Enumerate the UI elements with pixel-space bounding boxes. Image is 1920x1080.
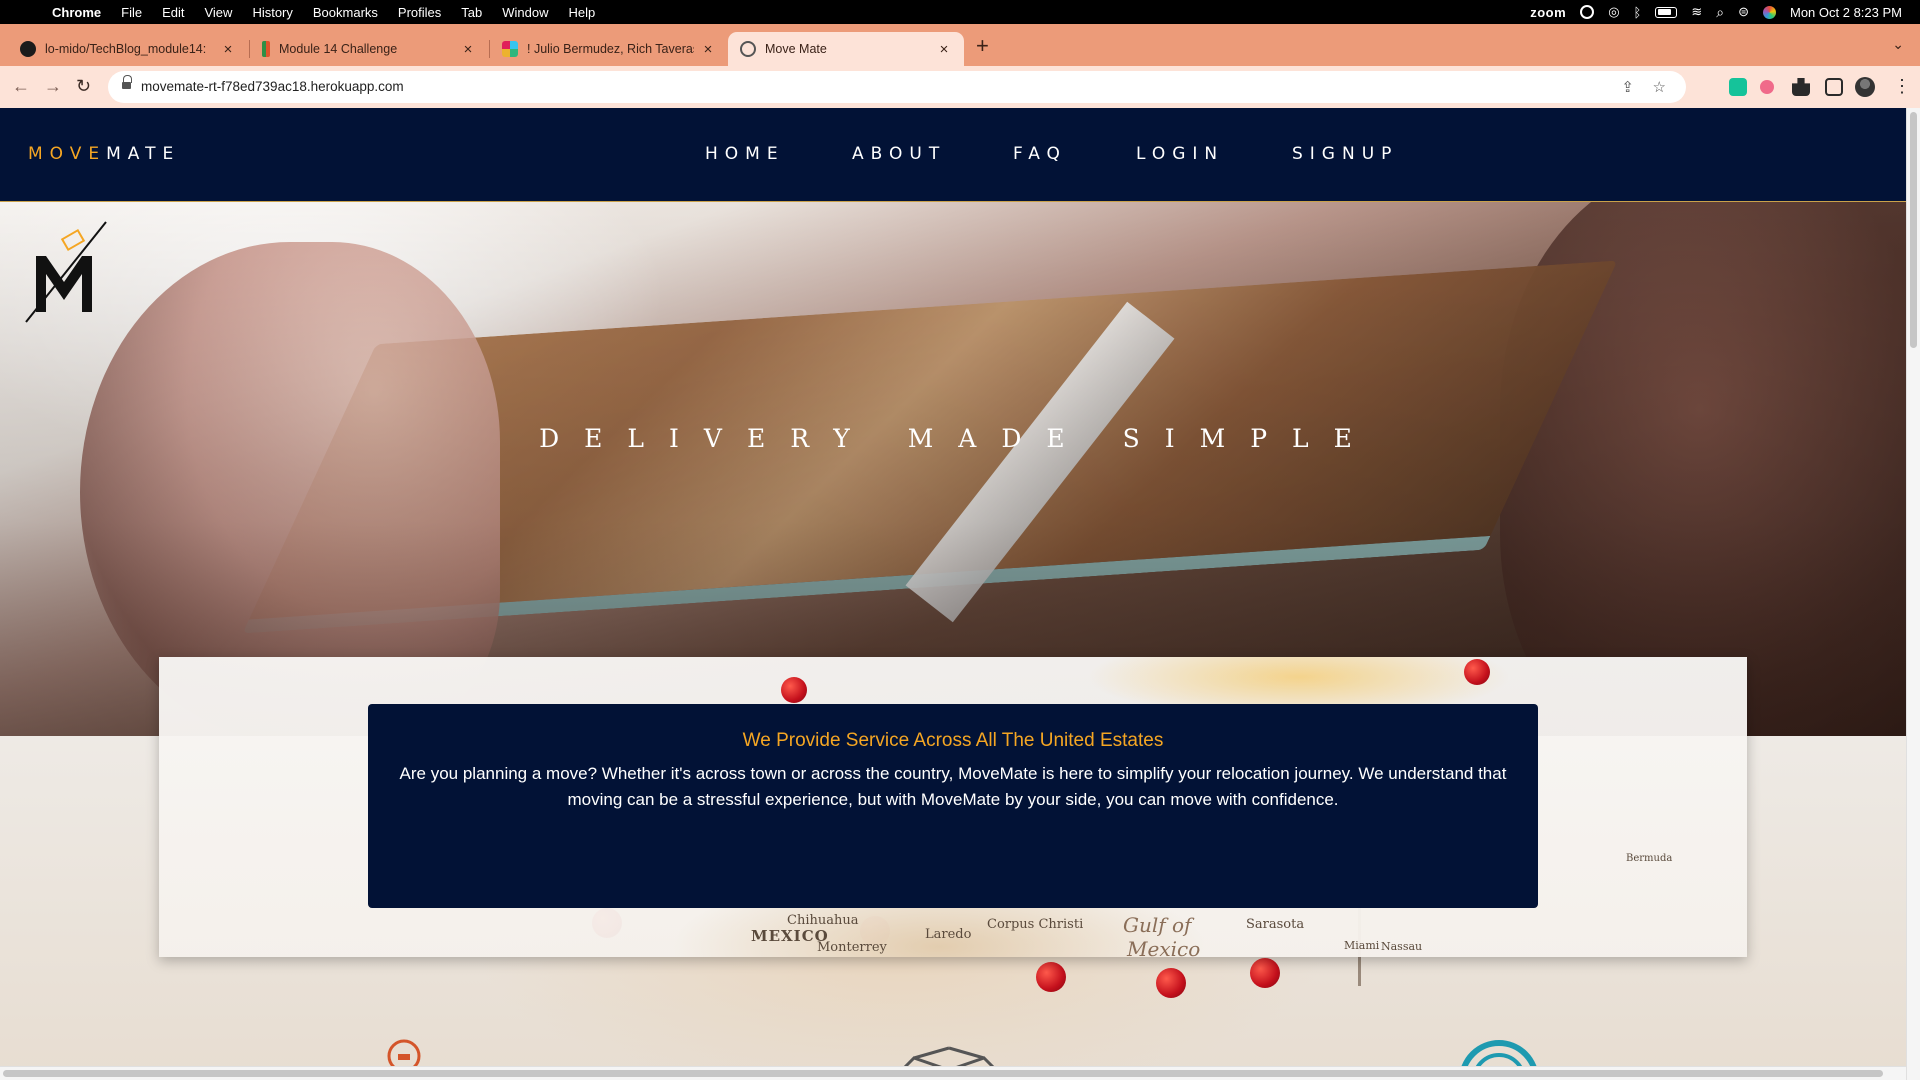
bookmark-star-icon[interactable]: ☆	[1653, 78, 1666, 96]
map-label: Chihuahua	[787, 913, 859, 928]
url-text[interactable]: movemate-rt-f78ed739ac18.herokuapp.com	[141, 79, 404, 94]
github-icon	[20, 41, 36, 57]
grammarly-icon[interactable]	[1580, 5, 1595, 19]
brand-mate: MATE	[106, 144, 181, 164]
horizontal-scrollbar[interactable]	[0, 1066, 1906, 1080]
browser-toolbar: ← → ↻ movemate-rt-f78ed739ac18.herokuapp…	[0, 66, 1920, 108]
slack-icon	[502, 41, 518, 57]
more-menu-icon[interactable]: ⋮	[1893, 76, 1911, 97]
menu-bookmarks[interactable]: Bookmarks	[313, 5, 378, 20]
side-panel-icon[interactable]	[1825, 78, 1843, 96]
tab-module-14[interactable]: Module 14 Challenge ×	[250, 32, 488, 66]
tab-move-mate[interactable]: Move Mate ×	[728, 32, 964, 66]
tab-title: lo-mido/TechBlog_module14:	[45, 42, 207, 56]
puzzle-extensions-icon[interactable]	[1792, 78, 1810, 96]
hero-section: DELIVERY MADE SIMPLE	[0, 202, 1906, 736]
forward-arrow-icon[interactable]: →	[44, 76, 62, 97]
share-icon[interactable]: ⇪	[1621, 78, 1634, 96]
map-label: Mexico	[1127, 937, 1201, 957]
hero-tagline: DELIVERY MADE SIMPLE	[539, 424, 1377, 453]
tab-title: Module 14 Challenge	[279, 42, 398, 56]
site-brand[interactable]: MOVEMATE	[28, 144, 180, 164]
address-bar[interactable]: movemate-rt-f78ed739ac18.herokuapp.com ⇪…	[108, 71, 1686, 103]
zoom-status-item[interactable]: zoom	[1530, 5, 1566, 20]
map-label: Gulf of	[1123, 913, 1192, 937]
close-tab-icon[interactable]: ×	[700, 41, 716, 58]
map-pin	[1464, 659, 1490, 685]
nav-about[interactable]: ABOUT	[852, 144, 946, 164]
map-pin	[1036, 962, 1066, 992]
web-page: MOVEMATE HOME ABOUT FAQ LOGIN SIGNUP DEL…	[0, 108, 1920, 1080]
tab-title: ! Julio Bermudez, Rich Taveras	[527, 42, 694, 56]
control-center-icon[interactable]: ⊜	[1738, 4, 1749, 20]
brand-move: MOVE	[28, 144, 107, 164]
vertical-scroll-thumb[interactable]	[1910, 112, 1917, 348]
macos-menu-bar: Chrome File Edit View History Bookmarks …	[0, 0, 1920, 24]
menu-edit[interactable]: Edit	[162, 5, 184, 20]
menu-history[interactable]: History	[252, 5, 292, 20]
grammarly-extension-icon[interactable]	[1729, 78, 1747, 96]
browser-tab-strip: lo-mido/TechBlog_module14: × Module 14 C…	[0, 24, 1920, 66]
map-label: Miami	[1344, 939, 1380, 952]
profile-avatar[interactable]	[1855, 77, 1875, 97]
reload-icon[interactable]: ↻	[76, 76, 91, 97]
service-info-box: We Provide Service Across All The United…	[368, 704, 1538, 908]
close-tab-icon[interactable]: ×	[460, 41, 476, 58]
lock-icon[interactable]	[122, 75, 132, 91]
airdrop-icon[interactable]: ◎	[1608, 4, 1619, 20]
menu-window[interactable]: Window	[502, 5, 548, 20]
map-label: Sarasota	[1246, 917, 1305, 932]
map-label: Corpus Christi	[987, 917, 1084, 932]
movemate-logo-icon[interactable]	[22, 216, 112, 326]
map-label: Monterrey	[817, 940, 887, 955]
bluetooth-icon[interactable]: ᛒ	[1634, 5, 1642, 20]
extension-icon[interactable]	[1760, 80, 1774, 94]
service-description: Are you planning a move? Whether it's ac…	[399, 764, 1507, 809]
close-tab-icon[interactable]: ×	[220, 41, 236, 58]
service-heading: We Provide Service Across All The United…	[742, 730, 1164, 751]
new-tab-plus-icon[interactable]: +	[976, 33, 989, 59]
menu-file[interactable]: File	[121, 5, 142, 20]
tab-github[interactable]: lo-mido/TechBlog_module14: ×	[8, 32, 248, 66]
map-label: Nassau	[1381, 940, 1423, 953]
spotlight-search-icon[interactable]: ⌕	[1716, 4, 1724, 21]
nav-signup[interactable]: SIGNUP	[1292, 144, 1398, 164]
service-card: Chihuahua MEXICO Monterrey Laredo Corpus…	[159, 657, 1747, 957]
menu-help[interactable]: Help	[569, 5, 596, 20]
globe-icon	[740, 41, 756, 57]
wifi-icon[interactable]: ≋	[1691, 4, 1702, 20]
nav-login[interactable]: LOGIN	[1136, 144, 1224, 164]
nav-faq[interactable]: FAQ	[1013, 144, 1067, 164]
menu-view[interactable]: View	[204, 5, 232, 20]
menu-profiles[interactable]: Profiles	[398, 5, 441, 20]
tab-search-chevron-icon[interactable]: ⌄	[1892, 36, 1904, 53]
back-arrow-icon[interactable]: ←	[12, 76, 30, 97]
siri-icon[interactable]	[1763, 5, 1776, 19]
site-navbar: MOVEMATE HOME ABOUT FAQ LOGIN SIGNUP	[0, 108, 1906, 202]
map-pin	[1156, 968, 1186, 998]
tab-title: Move Mate	[765, 42, 827, 56]
horizontal-scroll-thumb[interactable]	[3, 1070, 1883, 1077]
menubar-clock[interactable]: Mon Oct 2 8:23 PM	[1790, 5, 1902, 20]
nav-home[interactable]: HOME	[705, 144, 785, 164]
menu-app-chrome[interactable]: Chrome	[52, 5, 101, 20]
map-label: Bermuda	[1626, 853, 1673, 864]
vertical-scrollbar[interactable]	[1906, 108, 1920, 1080]
hero-overlay	[0, 202, 1906, 736]
battery-icon[interactable]	[1655, 6, 1678, 18]
map-label: Laredo	[925, 927, 972, 942]
menu-tab[interactable]: Tab	[461, 5, 482, 20]
map-pin	[781, 677, 807, 703]
tab-slack[interactable]: ! Julio Bermudez, Rich Taveras ×	[490, 32, 728, 66]
map-pin	[1250, 958, 1280, 988]
close-tab-icon[interactable]: ×	[936, 41, 952, 58]
module-icon	[262, 41, 270, 57]
